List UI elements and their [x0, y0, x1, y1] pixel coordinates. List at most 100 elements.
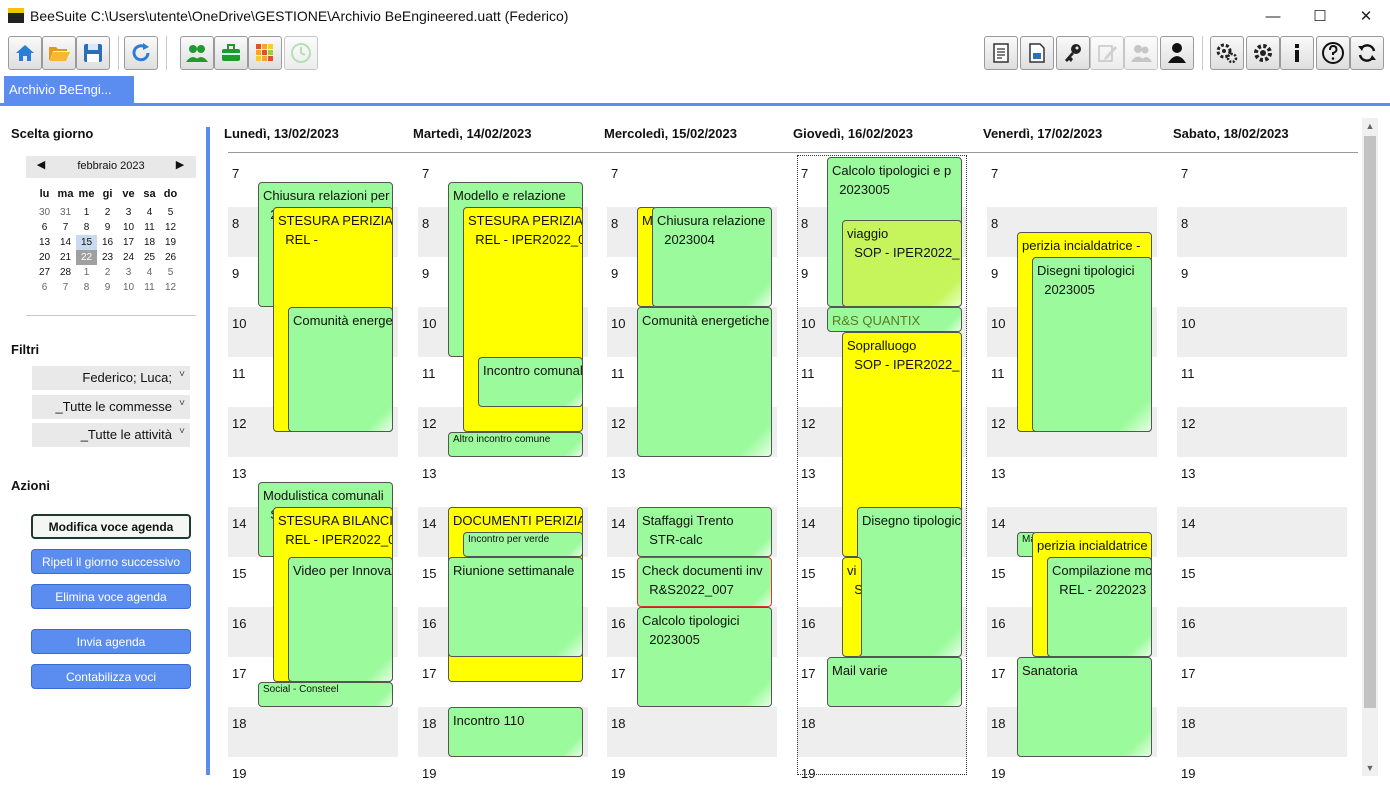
- day-header[interactable]: Lunedì, 13/02/2023: [224, 126, 339, 141]
- hour-slot[interactable]: 13: [607, 457, 777, 507]
- agenda-event[interactable]: Video per Innovazi: [288, 557, 393, 682]
- scroll-up-icon[interactable]: ▲: [1362, 118, 1378, 134]
- hour-slot[interactable]: 19: [1177, 757, 1347, 778]
- calendar-day[interactable]: 9: [97, 280, 118, 295]
- calendar-day[interactable]: 10: [118, 280, 139, 295]
- hour-slot[interactable]: 7: [1177, 157, 1347, 207]
- open-button[interactable]: [42, 36, 76, 70]
- agenda-event[interactable]: Incontro comunale: [478, 357, 583, 407]
- day-header[interactable]: Venerdì, 17/02/2023: [983, 126, 1102, 141]
- calendar-day[interactable]: 14: [55, 235, 76, 250]
- timesheet-button[interactable]: [284, 36, 318, 70]
- help-button[interactable]: [1316, 36, 1350, 70]
- user-filter-dropdown[interactable]: Federico; Luca; ˅: [32, 366, 190, 390]
- send-agenda-button[interactable]: Invia agenda: [31, 629, 191, 654]
- sync-button[interactable]: [1350, 36, 1384, 70]
- repeat-next-day-button[interactable]: Ripeti il giorno successivo: [31, 549, 191, 574]
- save-button[interactable]: [76, 36, 110, 70]
- day-header[interactable]: Sabato, 18/02/2023: [1173, 126, 1289, 141]
- calendar-day[interactable]: 3: [118, 265, 139, 280]
- calendar-day[interactable]: 7: [55, 220, 76, 235]
- report-button[interactable]: [984, 36, 1018, 70]
- calendar-day[interactable]: 1: [76, 265, 97, 280]
- agenda-event[interactable]: Disegni tipologici 2023005: [1032, 257, 1152, 432]
- refresh-button[interactable]: [124, 36, 158, 70]
- agenda-event[interactable]: Calcolo tipologici 2023005: [637, 607, 772, 707]
- calendar-day[interactable]: 26: [160, 250, 181, 265]
- calendar-day[interactable]: 22: [76, 250, 97, 265]
- calendar-day[interactable]: 13: [34, 235, 55, 250]
- calendar-day[interactable]: 8: [76, 280, 97, 295]
- home-button[interactable]: [8, 36, 42, 70]
- agenda-event[interactable]: Comunità energetich: [288, 307, 393, 432]
- hour-slot[interactable]: 11: [1177, 357, 1347, 407]
- calendar-day[interactable]: 17: [118, 235, 139, 250]
- hour-slot[interactable]: 13: [1177, 457, 1347, 507]
- hour-slot[interactable]: 19: [228, 757, 398, 778]
- hour-slot[interactable]: 18: [1177, 707, 1347, 757]
- hour-slot[interactable]: 15: [1177, 557, 1347, 607]
- next-month-button[interactable]: ▶: [171, 158, 189, 171]
- group-button[interactable]: [1124, 36, 1158, 70]
- agenda-event[interactable]: Incontro 110: [448, 707, 583, 757]
- hour-slot[interactable]: 19: [987, 757, 1157, 778]
- hour-slot[interactable]: 10: [1177, 307, 1347, 357]
- agenda-event[interactable]: Social - Consteel: [258, 682, 393, 707]
- delete-entry-button[interactable]: Elimina voce agenda: [31, 584, 191, 609]
- document-button[interactable]: [1020, 36, 1054, 70]
- calendar-day[interactable]: 24: [118, 250, 139, 265]
- edit-entry-button[interactable]: Modifica voce agenda: [31, 514, 191, 539]
- agenda-event[interactable]: Check documenti inv R&S2022_007: [637, 557, 772, 607]
- commessa-filter-dropdown[interactable]: _Tutte le commesse ˅: [32, 395, 190, 419]
- agenda-event[interactable]: Compilazione mo REL - 2022023: [1047, 557, 1152, 657]
- settings-button[interactable]: [1246, 36, 1280, 70]
- commesse-button[interactable]: [214, 36, 248, 70]
- calendar-day[interactable]: 28: [55, 265, 76, 280]
- agenda-scrollbar[interactable]: ▲ ▼: [1362, 118, 1378, 776]
- users-button[interactable]: [180, 36, 214, 70]
- agenda-event[interactable]: Incontro per verde: [463, 532, 583, 557]
- calendar-day[interactable]: 31: [55, 205, 76, 220]
- agenda-event[interactable]: Sanatoria: [1017, 657, 1152, 757]
- calendar-day[interactable]: 11: [139, 280, 160, 295]
- day-column[interactable]: 7 8 9 10 11 12 13 14 15 16 17 18 19 Calcolo tipologic…: [797, 155, 967, 778]
- calendar-day[interactable]: 12: [160, 220, 181, 235]
- hour-slot[interactable]: 13: [987, 457, 1157, 507]
- edit-button[interactable]: [1090, 36, 1124, 70]
- hour-slot[interactable]: 14: [1177, 507, 1347, 557]
- key-button[interactable]: [1056, 36, 1090, 70]
- calendar-day[interactable]: 25: [139, 250, 160, 265]
- minimize-button[interactable]: —: [1250, 0, 1296, 32]
- hour-slot[interactable]: 7: [987, 157, 1157, 207]
- day-column[interactable]: 7 8 9 10 11 12 13 14 15 16 17 18 19 Modello e relazio…: [418, 157, 588, 778]
- maximize-button[interactable]: ☐: [1297, 0, 1343, 32]
- calendar-day[interactable]: 18: [139, 235, 160, 250]
- day-column[interactable]: 7 8 9 10 11 12 13 14 15 16 17 18 19 perizia incialdat…: [987, 157, 1157, 778]
- activity-filter-dropdown[interactable]: _Tutte le attività ˅: [32, 423, 190, 447]
- hour-slot[interactable]: 8: [1177, 207, 1347, 257]
- hour-slot[interactable]: 17: [1177, 657, 1347, 707]
- hour-slot[interactable]: 12: [1177, 407, 1347, 457]
- agenda-event[interactable]: Comunità energetiche: [637, 307, 772, 457]
- calendar-day[interactable]: 3: [118, 205, 139, 220]
- calendar-day[interactable]: 15: [76, 235, 97, 250]
- advanced-settings-button[interactable]: [1210, 36, 1244, 70]
- calendar-day[interactable]: 8: [76, 220, 97, 235]
- day-column[interactable]: 7 8 9 10 11 12 13 14 15 16 17 18 19 Chiusura relazion…: [228, 157, 398, 778]
- agenda-event[interactable]: Chiusura relazione 2023004: [652, 207, 772, 307]
- calendar-day[interactable]: 9: [97, 220, 118, 235]
- hour-slot[interactable]: 13: [418, 457, 588, 507]
- calendar-day[interactable]: 6: [34, 280, 55, 295]
- calendar-day[interactable]: 1: [76, 205, 97, 220]
- day-column[interactable]: 7 8 9 10 11 12 13 14 15 16 17 18 19: [1177, 157, 1347, 778]
- hour-slot[interactable]: 16: [1177, 607, 1347, 657]
- hour-slot[interactable]: 19: [418, 757, 588, 778]
- calendar-day[interactable]: 20: [34, 250, 55, 265]
- tab-archivio[interactable]: Archivio BeEngi...: [4, 76, 134, 103]
- calendar-day[interactable]: 5: [160, 205, 181, 220]
- calendar-day[interactable]: 4: [139, 265, 160, 280]
- user-button[interactable]: [1160, 36, 1194, 70]
- agenda-event[interactable]: Altro incontro comune: [448, 432, 583, 457]
- agenda-event[interactable]: Staffaggi Trento STR-calc: [637, 507, 772, 557]
- day-header[interactable]: Mercoledì, 15/02/2023: [604, 126, 737, 141]
